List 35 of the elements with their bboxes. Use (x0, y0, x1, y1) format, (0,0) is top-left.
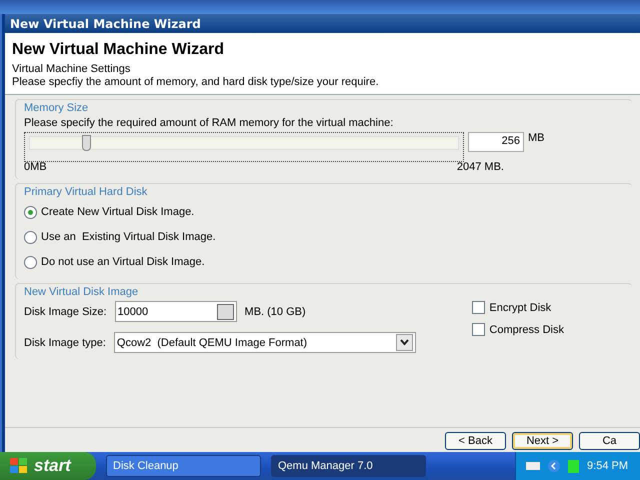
radio-option[interactable]: Create New Virtual Disk Image. (24, 201, 624, 223)
checkbox[interactable]: Compress Disk (472, 323, 564, 336)
wizard-subtitle: Virtual Machine Settings (12, 63, 132, 75)
keyboard-icon (526, 461, 540, 471)
memory-value-field[interactable]: 256 (468, 132, 524, 152)
radio-option[interactable]: Use an Existing Virtual Disk Image. (24, 226, 624, 248)
window-title: New Virtual Machine Wizard (5, 14, 640, 33)
memory-unit: MB (528, 132, 544, 144)
size-label: Disk Image Size: (24, 306, 107, 318)
radio-option[interactable]: Do not use an Virtual Disk Image. (24, 251, 624, 273)
start-button[interactable]: start (0, 452, 96, 480)
wizard-button[interactable]: Ca (579, 432, 640, 450)
checkbox[interactable]: Encrypt Disk (472, 301, 564, 314)
group-legend: New Virtual Disk Image (24, 286, 624, 298)
slider-max-label: 2047 MB. (456, 161, 504, 173)
type-label: Disk Image type: (24, 336, 106, 348)
windows-flag-icon (10, 458, 28, 474)
wizard-button[interactable]: Next > (512, 432, 573, 450)
chevron-icon[interactable] (548, 460, 560, 472)
disk-type-dropdown[interactable]: Qcow2 (Default QEMU Image Format) (114, 332, 416, 353)
slider-min-label: 0MB (24, 161, 47, 173)
size-unit: MB. (10 GB) (244, 306, 306, 318)
memory-slider[interactable] (24, 132, 464, 162)
disk-size-field[interactable]: 10000 (114, 301, 237, 322)
group-legend: Primary Virtual Hard Disk (24, 186, 624, 198)
wizard-title: New Virtual Machine Wizard (12, 41, 226, 59)
wizard-button[interactable]: < Back (445, 432, 506, 450)
group-legend: Memory Size (24, 102, 624, 114)
status-icon (568, 460, 580, 472)
taskbar-button[interactable]: Qemu Manager 7.0 (271, 455, 426, 477)
memory-prompt: Please specify the required amount of RAM memory for the virtual machine: (24, 117, 394, 129)
clock: 9:54 PM (587, 460, 628, 472)
chevron-down-icon (400, 339, 409, 346)
wizard-description: Please specfiy the amount of memory, and hard disk type/size your require. (12, 76, 380, 88)
taskbar-button[interactable]: Disk Cleanup (106, 455, 261, 477)
